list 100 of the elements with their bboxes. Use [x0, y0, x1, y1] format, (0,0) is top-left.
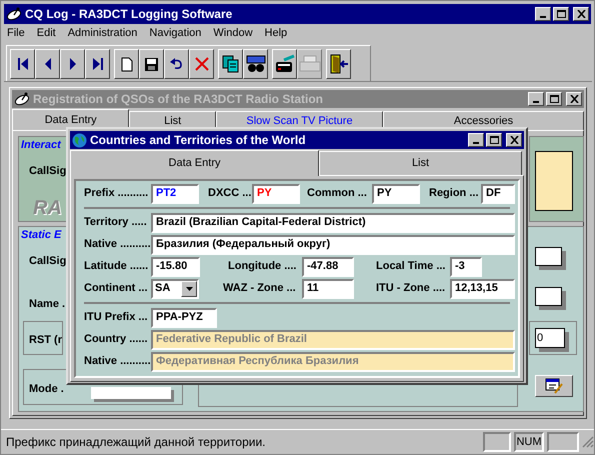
- close-icon: [510, 136, 518, 144]
- satellite-dish-icon: [14, 92, 30, 106]
- field-label: ITU - Zone ....: [376, 281, 446, 296]
- tab[interactable]: Data Entry: [70, 150, 319, 176]
- exit-door-icon: [328, 54, 348, 74]
- field-label: Mode .: [29, 382, 64, 397]
- delete-icon: [194, 57, 208, 71]
- field-label: CallSig: [29, 164, 66, 179]
- text-field[interactable]: -3: [450, 256, 482, 276]
- maximize-button[interactable]: [486, 133, 502, 147]
- toolbar-button[interactable]: [35, 49, 60, 79]
- minimize-button[interactable]: [535, 7, 551, 21]
- menu-item[interactable]: Help: [264, 25, 288, 42]
- field-label: Common ...: [307, 186, 368, 202]
- text-field[interactable]: PY: [252, 184, 300, 204]
- field-label: CallSig: [29, 254, 66, 269]
- panel-title: Interact: [21, 138, 61, 153]
- binoculars-icon: [246, 55, 266, 73]
- callsign-display: RA: [33, 197, 62, 219]
- tab[interactable]: List: [319, 151, 522, 175]
- dropdown-arrow-icon: [186, 286, 192, 290]
- toolbar-button[interactable]: [189, 49, 214, 79]
- maximize-button[interactable]: [546, 92, 562, 106]
- last-record-icon: [92, 57, 104, 71]
- close-icon: [570, 95, 578, 103]
- text-field[interactable]: 11: [302, 278, 354, 298]
- field-label: Region ...: [429, 186, 480, 202]
- toolbar-button[interactable]: [85, 49, 110, 79]
- toolbar-button[interactable]: [272, 49, 297, 79]
- maximize-icon: [556, 10, 566, 18]
- minimize-button[interactable]: [528, 92, 544, 106]
- text-field[interactable]: -15.80: [151, 256, 200, 276]
- menu-item[interactable]: Administration: [68, 25, 138, 42]
- text-field[interactable]: PT2: [151, 184, 199, 204]
- text-field[interactable]: -47.88: [302, 256, 354, 276]
- text-field[interactable]: Brazil (Brazilian Capital-Federal District): [151, 212, 515, 232]
- menu-item[interactable]: Window: [213, 25, 253, 42]
- text-field[interactable]: 12,13,15: [450, 278, 515, 298]
- field-label: Local Time ...: [376, 259, 446, 274]
- panel-title: Static E: [21, 228, 62, 243]
- rst-group: [529, 321, 577, 355]
- toolbar-button[interactable]: [243, 49, 268, 79]
- toolbar-button[interactable]: [114, 49, 139, 79]
- field-label: ITU Prefix ...: [84, 310, 149, 326]
- menu-item[interactable]: Edit: [36, 25, 56, 42]
- close-button[interactable]: [573, 7, 589, 21]
- new-document-icon: [120, 56, 132, 72]
- text-field[interactable]: DF: [481, 184, 515, 204]
- save-icon: [144, 56, 159, 72]
- field-label: Latitude ......: [84, 259, 150, 274]
- copy-documents-icon: [222, 55, 239, 73]
- maximize-icon: [550, 95, 558, 103]
- window-title: CQ Log - RA3DCT Logging Software: [25, 6, 234, 23]
- menu-item[interactable]: File: [7, 25, 25, 42]
- field-label: Prefix ..........: [84, 186, 150, 202]
- note-area: [535, 151, 573, 211]
- child-window-title: Registration of QSOs of the RA3DCT Radio Station: [33, 91, 324, 108]
- previous-record-icon: [44, 57, 52, 71]
- continent-dropdown[interactable]: SA: [151, 278, 199, 298]
- toolbar-button[interactable]: [139, 49, 164, 79]
- edit-form-icon: [545, 378, 563, 394]
- field-label: Native ..........: [84, 354, 151, 370]
- text-field[interactable]: PY: [372, 184, 420, 204]
- field-label: Native ..........: [84, 237, 151, 252]
- printer-icon: [298, 55, 320, 73]
- toolbar-button[interactable]: [326, 49, 351, 79]
- toolbar-button[interactable]: [60, 49, 85, 79]
- field-label: Longitude ....: [228, 259, 298, 274]
- maximize-button[interactable]: [553, 7, 569, 21]
- field-label: RST (r: [29, 333, 62, 348]
- maximize-icon: [490, 136, 498, 144]
- menu-item[interactable]: Navigation: [149, 25, 202, 42]
- status-panel: [547, 432, 579, 452]
- field-label: WAZ - Zone ...: [223, 281, 297, 296]
- undo-icon: [169, 58, 184, 70]
- globe-icon: [72, 132, 87, 148]
- satellite-dish-icon: [6, 7, 22, 21]
- next-record-icon: [68, 57, 76, 71]
- status-indicator: NUM: [514, 432, 544, 452]
- rst-group: [23, 321, 63, 355]
- tab[interactable]: Data Entry: [12, 109, 130, 130]
- minimize-button[interactable]: [468, 133, 484, 147]
- text-field[interactable]: Бразилия (Федеральный округ): [151, 234, 515, 254]
- first-record-icon: [16, 57, 28, 71]
- field-label: DXCC ...: [208, 186, 252, 202]
- status-message: Префикс принадлежащий данной территории.: [5, 434, 266, 451]
- close-button[interactable]: [506, 133, 522, 147]
- toolbar-button[interactable]: [10, 49, 35, 79]
- close-icon: [576, 10, 586, 18]
- dialog-title: Countries and Territories of the World: [90, 132, 307, 149]
- field-label: Name .: [29, 297, 66, 312]
- field-label: Territory .....: [84, 215, 148, 230]
- close-button[interactable]: [566, 92, 582, 106]
- edit-button[interactable]: [535, 375, 573, 397]
- status-panel: [483, 432, 511, 452]
- toolbar-button[interactable]: [218, 49, 243, 79]
- field-label: Country ......: [84, 332, 149, 348]
- toolbar-button[interactable]: [164, 49, 189, 79]
- field-label: Continent ...: [84, 281, 149, 296]
- text-field[interactable]: PPA-PYZ: [151, 308, 217, 328]
